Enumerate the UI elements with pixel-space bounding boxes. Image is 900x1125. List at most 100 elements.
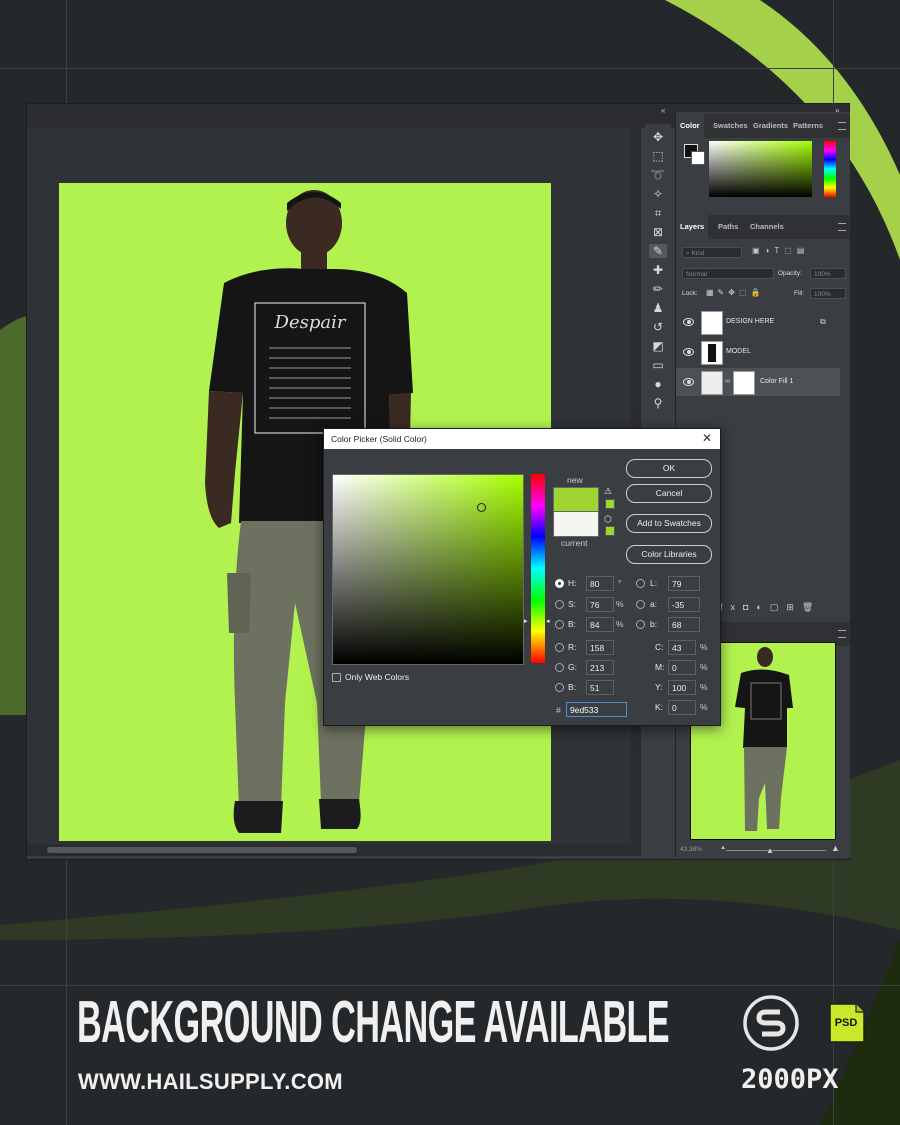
cancel-button[interactable]: Cancel [626,484,712,503]
saturation-input[interactable]: 76 [586,597,614,612]
ok-button[interactable]: OK [626,459,712,478]
blur-tool-icon[interactable]: ● [649,377,667,391]
gamut-swatch[interactable] [605,499,615,509]
layer-filter-placeholder: Kind [691,250,705,257]
hue-slider-right-arrow[interactable]: ◂ [546,617,550,625]
hue-slider[interactable] [531,474,545,663]
lab-a-radio[interactable] [636,600,645,609]
website-link[interactable]: WWW.HAILSUPPLY.COM [78,1069,343,1095]
brightness-radio[interactable] [555,620,564,629]
healing-brush-tool-icon[interactable]: ✚ [649,263,667,277]
blend-mode-select[interactable]: Normal [682,268,774,279]
tab-color[interactable]: Color [676,114,704,138]
stamp-tool-icon[interactable]: ♟ [649,301,667,315]
filter-icons[interactable]: ▣◑T⬚▤ [752,246,809,255]
blue-input[interactable]: 51 [586,680,614,695]
red-radio[interactable] [555,643,564,652]
move-tool-icon[interactable]: ✥ [649,130,667,144]
magic-wand-tool-icon[interactable]: ✧ [649,187,667,201]
svg-text:Despair: Despair [274,312,347,333]
add-to-swatches-button[interactable]: Add to Swatches [626,514,712,533]
crop-tool-icon[interactable]: ⌗ [649,206,667,220]
zoom-out-icon[interactable]: ▲ [720,845,726,851]
scrollbar-thumb[interactable] [47,847,357,853]
color-libraries-button[interactable]: Color Libraries [626,545,712,564]
green-radio[interactable] [555,663,564,672]
lab-b-radio[interactable] [636,620,645,629]
panel-menu-icon[interactable] [838,122,846,130]
zoom-slider-handle[interactable]: ▲ [766,846,774,855]
hue-strip[interactable] [824,141,836,197]
blue-radio[interactable] [555,683,564,692]
visibility-eye-icon[interactable] [683,348,694,356]
dodge-tool-icon[interactable]: ⚲ [649,396,667,410]
history-brush-tool-icon[interactable]: ↺ [649,320,667,334]
layer-thumbnail [701,311,723,335]
psd-file-icon: PSD [828,1002,866,1044]
panel-menu-icon[interactable] [838,630,846,638]
lab-b-label: b: [650,619,658,629]
close-icon[interactable]: ✕ [702,432,712,445]
tab-layers[interactable]: Layers [676,215,709,239]
lab-l-radio[interactable] [636,579,645,588]
layer-row[interactable]: MODEL [676,338,840,366]
opacity-field[interactable]: 100% [810,268,846,279]
layer-row[interactable]: DESIGN HERE ⧉ [676,308,840,336]
red-input[interactable]: 158 [586,640,614,655]
hex-input[interactable]: 9ed533 [566,702,627,717]
marquee-tool-icon[interactable]: ⬚ [649,149,667,163]
blue-label: B: [568,682,577,692]
hue-input[interactable]: 80 [586,576,614,591]
eyedropper-tool-icon[interactable]: ✎ [649,244,667,258]
tab-channels[interactable]: Channels [750,215,784,239]
horizontal-scrollbar[interactable] [27,844,641,856]
lock-icons[interactable]: ▦✎✥⬚🔒 [706,288,764,297]
only-web-colors-checkbox[interactable] [332,673,341,682]
layer-thumbnail [701,371,723,395]
brush-tool-icon[interactable]: ✏ [649,282,667,296]
gradient-tool-icon[interactable]: ▭ [649,358,667,372]
magenta-input[interactable]: 0 [668,660,696,675]
saturation-brightness-field[interactable] [332,474,524,665]
lab-b-input[interactable]: 68 [668,617,700,632]
frame-tool-icon[interactable]: ⊠ [649,225,667,239]
dialog-title: Color Picker (Solid Color) [331,434,427,444]
color-picker-cursor[interactable] [477,503,486,512]
tab-paths[interactable]: Paths [718,215,738,239]
tab-swatches[interactable]: Swatches [713,114,748,138]
brightness-input[interactable]: 84 [586,617,614,632]
collapse-icon[interactable]: « [661,106,665,115]
lab-a-input[interactable]: -35 [668,597,700,612]
lab-l-input[interactable]: 79 [668,576,700,591]
hue-radio[interactable] [555,579,564,588]
layer-thumbnail [701,341,723,365]
tab-patterns[interactable]: Patterns [793,114,823,138]
layer-filter-field[interactable]: ⌕ Kind [682,247,742,258]
panel-menu-icon[interactable] [838,223,846,231]
background-color-swatch[interactable] [691,151,705,165]
eraser-tool-icon[interactable]: ◩ [649,339,667,353]
current-color-swatch[interactable] [553,511,599,537]
layer-row-selected[interactable]: ∞ Color Fill 1 [676,368,840,396]
fill-field[interactable]: 100% [810,288,846,299]
black-input[interactable]: 0 [668,700,696,715]
yellow-input[interactable]: 100 [668,680,696,695]
green-input[interactable]: 213 [586,660,614,675]
visibility-eye-icon[interactable] [683,378,694,386]
cyan-input[interactable]: 43 [668,640,696,655]
new-label: new [567,475,583,485]
layer-action-icons[interactable]: fx◘◐▢⊞🗑 [720,602,821,613]
tab-gradients[interactable]: Gradients [753,114,788,138]
lasso-tool-icon[interactable]: ➰ [649,168,667,182]
visibility-eye-icon[interactable] [683,318,694,326]
zoom-slider-track[interactable] [726,850,826,851]
zoom-in-icon[interactable]: ▲ [831,843,840,853]
zoom-level: 43.38% [680,846,703,853]
cyan-unit: % [700,642,708,652]
out-of-gamut-warning-icon[interactable]: ⚠ [604,486,612,497]
color-spectrum-field[interactable] [709,141,812,197]
saturation-radio[interactable] [555,600,564,609]
web-safe-cube-icon[interactable]: ⬡ [604,514,612,525]
hue-slider-left-arrow[interactable]: ▸ [524,617,528,625]
web-safe-swatch[interactable] [605,526,615,536]
